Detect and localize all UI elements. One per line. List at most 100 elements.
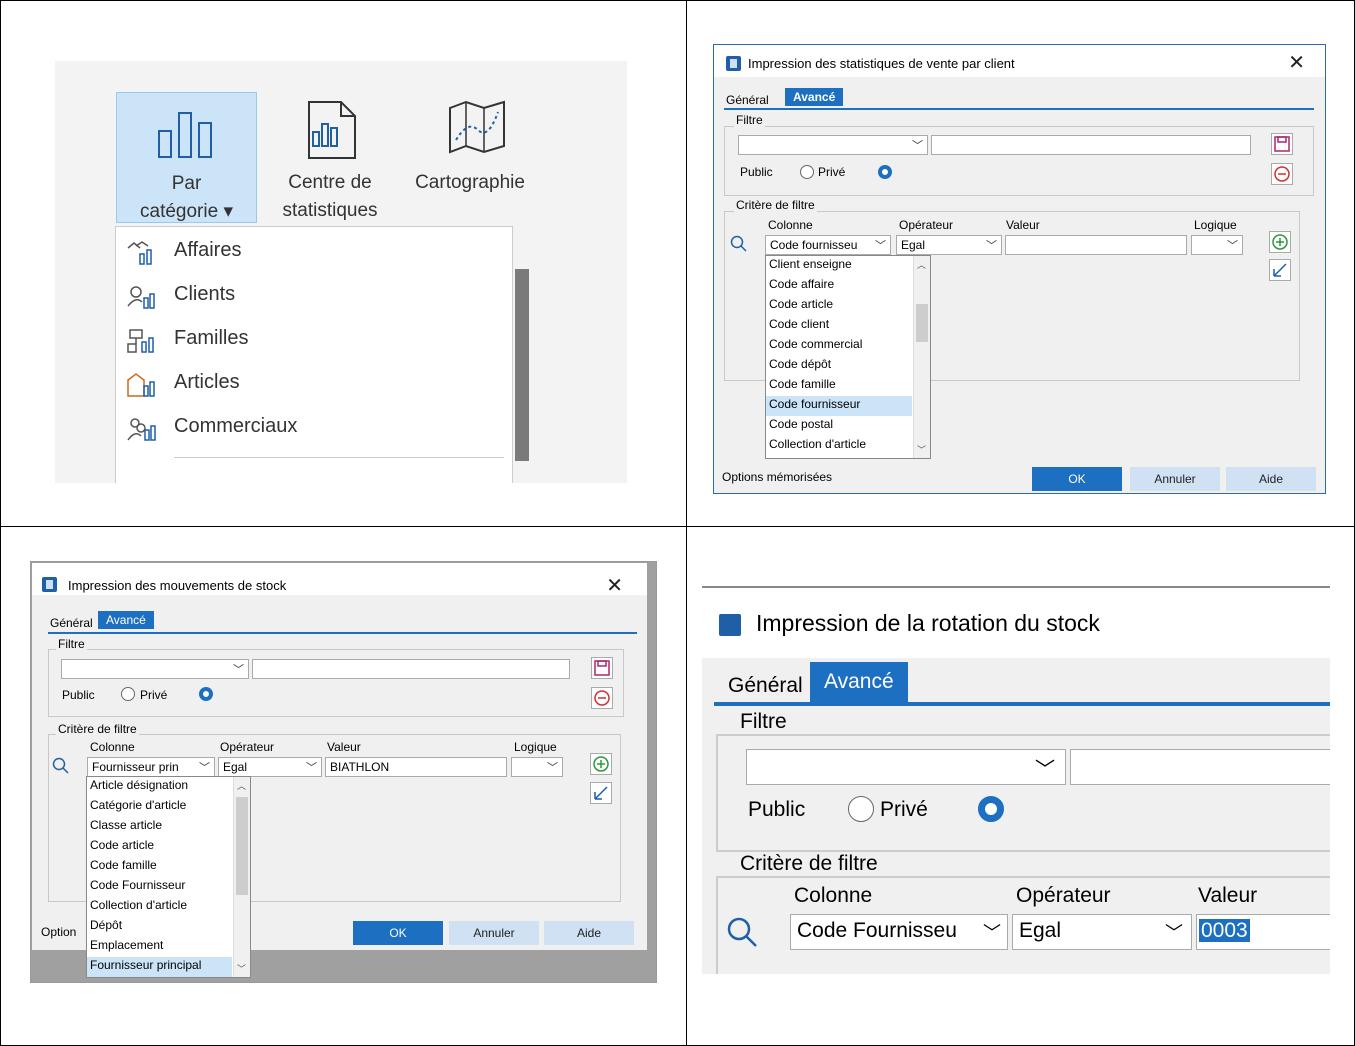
centre-statistiques-button[interactable]: Centre de statistiques [265, 92, 395, 223]
dropdown-scrollbar[interactable]: ︿ ﹀ [913, 256, 930, 458]
dropdown-option[interactable]: Dépôt [90, 918, 122, 932]
prive-radio[interactable] [121, 687, 135, 701]
undo-icon [594, 786, 608, 800]
scroll-up-icon[interactable]: ︿ [917, 258, 926, 271]
filter-select[interactable]: ﹀ [746, 749, 1066, 785]
search-icon[interactable] [730, 235, 748, 253]
operator-select[interactable]: Egal ﹀ [1012, 914, 1192, 950]
add-criteria-button[interactable] [590, 753, 612, 775]
add-criteria-button[interactable] [1269, 231, 1291, 253]
dropdown-option[interactable]: Collection d'article [769, 437, 866, 451]
filter-select[interactable]: ﹀ [61, 659, 249, 679]
prive-label: Privé [818, 165, 846, 179]
ok-button[interactable]: OK [353, 921, 443, 945]
menu-item-familles[interactable]: Familles [116, 319, 512, 363]
value-input[interactable]: BIATHLON [325, 757, 507, 777]
tab-avance[interactable]: Avancé [785, 88, 844, 106]
logic-select[interactable]: ﹀ [1191, 235, 1243, 255]
menu-item-label: Affaires [174, 239, 242, 261]
help-button[interactable]: Aide [1226, 467, 1316, 491]
filter-name-input[interactable] [1070, 749, 1330, 785]
column-select[interactable]: Code fournisseu ﹀ [765, 235, 891, 255]
dropdown-option[interactable]: Code dépôt [769, 357, 831, 371]
dropdown-option[interactable]: Code article [90, 838, 154, 852]
column-dropdown-list[interactable]: Article désignation Catégorie d'article … [86, 776, 251, 978]
scroll-down-icon[interactable]: ﹀ [917, 443, 926, 456]
ok-button[interactable]: OK [1032, 467, 1122, 491]
help-button[interactable]: Aide [544, 921, 634, 945]
operator-select[interactable]: Egal ﹀ [218, 757, 322, 777]
memorized-options-link[interactable]: Options mémorisées [722, 470, 832, 484]
tab-general[interactable]: Général [728, 674, 803, 698]
tab-avance[interactable]: Avancé [98, 611, 154, 629]
dropdown-option[interactable]: Code article [769, 297, 833, 311]
dropdown-option[interactable]: Emplacement [90, 938, 163, 952]
operator-select-value: Egal [223, 760, 248, 774]
tab-general[interactable]: Général [726, 93, 769, 107]
search-icon[interactable] [726, 916, 760, 950]
dropdown-option[interactable]: Code commercial [769, 337, 862, 351]
public-label: Public [740, 165, 773, 179]
memorized-options-link[interactable]: Option [41, 925, 76, 939]
cancel-button[interactable]: Annuler [449, 921, 539, 945]
column-dropdown-list[interactable]: Client enseigne Code affaire Code articl… [765, 255, 931, 459]
column-select-value: Fournisseur prin [92, 760, 179, 774]
dialog-title: Impression des mouvements de stock [68, 578, 287, 593]
dialog-titlebar: Impression des statistiques de vente par… [714, 45, 1325, 77]
menu-scrollbar[interactable] [515, 269, 529, 461]
value-input[interactable] [1005, 235, 1187, 255]
close-icon[interactable]: ✕ [606, 573, 623, 598]
delete-filter-button[interactable] [1271, 163, 1293, 185]
prive-label: Privé [140, 688, 168, 702]
cartographie-button[interactable]: Cartographie [405, 92, 535, 223]
operator-select[interactable]: Egal ﹀ [896, 235, 1002, 255]
filter-name-input[interactable] [931, 135, 1251, 155]
dropdown-option[interactable]: Code client [769, 317, 829, 331]
dropdown-option[interactable]: Code postal [769, 417, 833, 431]
filter-select[interactable]: ﹀ [738, 135, 928, 155]
public-radio[interactable] [978, 796, 1004, 822]
prive-radio[interactable] [848, 796, 874, 822]
tab-avance[interactable]: Avancé [810, 662, 908, 704]
dropdown-option-selected[interactable]: Code fournisseur [766, 396, 912, 416]
public-radio[interactable] [878, 165, 892, 179]
value-input[interactable]: 0003 [1196, 914, 1330, 950]
column-select[interactable]: Fournisseur prin ﹀ [87, 757, 215, 777]
logic-select[interactable]: ﹀ [511, 757, 563, 777]
public-label: Public [748, 798, 806, 821]
dropdown-option[interactable]: Code Fournisseur [90, 878, 185, 892]
save-filter-button[interactable] [1271, 133, 1293, 155]
dropdown-scrollbar[interactable]: ︿ ﹀ [233, 777, 250, 977]
tab-general[interactable]: Général [50, 616, 93, 630]
close-icon[interactable]: ✕ [1288, 50, 1305, 75]
dropdown-option[interactable]: Code famille [769, 377, 836, 391]
prive-radio[interactable] [800, 165, 814, 179]
menu-item-articles[interactable]: Articles [116, 363, 512, 407]
cancel-button[interactable]: Annuler [1130, 467, 1220, 491]
menu-item-affaires[interactable]: Affaires [116, 231, 512, 275]
scroll-thumb[interactable] [236, 797, 248, 895]
scroll-thumb[interactable] [916, 304, 928, 342]
dropdown-option[interactable]: Code affaire [769, 277, 834, 291]
dropdown-option[interactable]: Code famille [90, 858, 157, 872]
filter-name-input[interactable] [252, 659, 570, 679]
dropdown-option[interactable]: Catégorie d'article [90, 798, 186, 812]
dropdown-option[interactable]: Classe article [90, 818, 162, 832]
dropdown-option[interactable]: Collection d'article [90, 898, 187, 912]
save-filter-button[interactable] [591, 657, 613, 679]
par-categorie-button[interactable]: Par catégorie ▾ [116, 92, 257, 223]
menu-item-commerciaux[interactable]: Commerciaux [116, 407, 512, 451]
dropdown-option[interactable]: Article désignation [90, 778, 188, 792]
public-radio[interactable] [199, 687, 213, 701]
scroll-down-icon[interactable]: ﹀ [237, 962, 246, 975]
undo-criteria-button[interactable] [1269, 259, 1291, 281]
undo-criteria-button[interactable] [590, 782, 612, 804]
dropdown-option[interactable]: Client enseigne [769, 257, 852, 271]
delete-filter-button[interactable] [591, 687, 613, 709]
menu-item-clients[interactable]: Clients [116, 275, 512, 319]
column-select[interactable]: Code Fournisseu ﹀ [790, 914, 1008, 950]
scroll-up-icon[interactable]: ︿ [237, 779, 246, 792]
public-label: Public [62, 688, 95, 702]
search-icon[interactable] [52, 757, 70, 775]
dropdown-option-selected[interactable]: Fournisseur principal [87, 957, 232, 977]
